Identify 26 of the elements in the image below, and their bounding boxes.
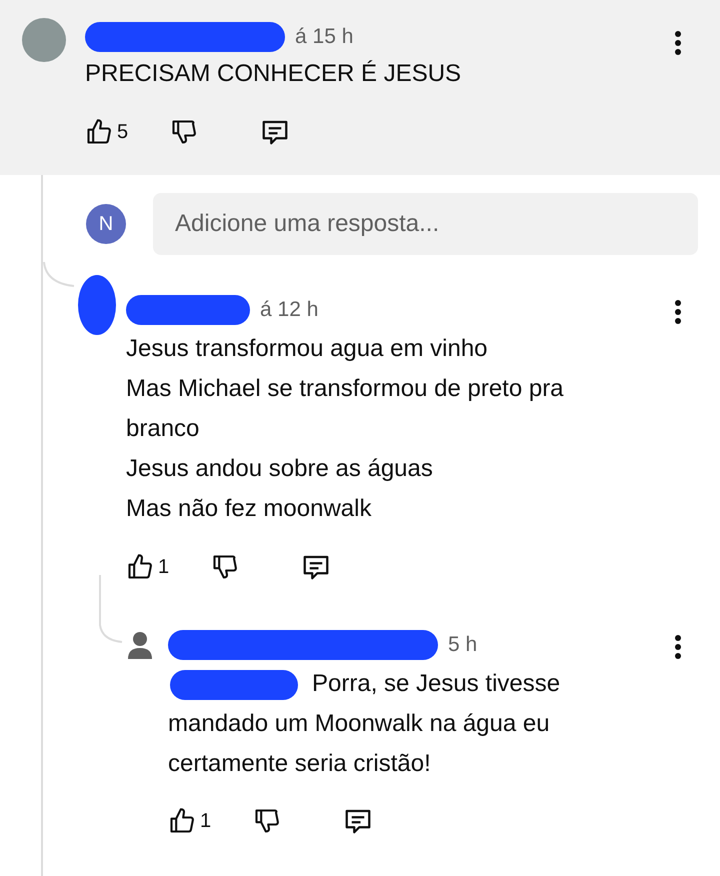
- comment-text: branco: [126, 414, 200, 444]
- comment-time: á 12 h: [260, 298, 318, 322]
- like-button[interactable]: 1: [168, 807, 212, 835]
- dislike-icon[interactable]: [211, 553, 240, 581]
- more-icon[interactable]: [674, 634, 682, 660]
- dislike-icon[interactable]: [253, 807, 282, 835]
- comment-text: Mas não fez moonwalk: [126, 494, 372, 524]
- comment-text: Jesus transformou agua em vinho: [126, 334, 489, 364]
- comment-text: mandado um Moonwalk na água eu: [168, 709, 551, 739]
- person-icon[interactable]: [127, 631, 153, 661]
- like-button[interactable]: 1: [126, 553, 170, 581]
- like-button[interactable]: 5: [85, 118, 128, 146]
- dislike-icon[interactable]: [170, 118, 198, 146]
- comment-text: Mas Michael se transformou de preto pra: [126, 374, 565, 404]
- comment-time: á 15 h: [295, 25, 354, 49]
- comment-text: certamente seria cristão!: [168, 749, 432, 779]
- user-avatar: N: [86, 204, 126, 244]
- comment-time: 5 h: [448, 633, 478, 657]
- comment-text: PRECISAM CONHECER É JESUS: [85, 59, 462, 89]
- reply-field[interactable]: Adicione uma resposta...: [153, 193, 698, 255]
- thread-line: [99, 575, 122, 643]
- more-icon[interactable]: [674, 30, 682, 56]
- more-icon[interactable]: [674, 299, 682, 325]
- comment-text: Jesus andou sobre as águas: [126, 454, 434, 484]
- avatar[interactable]: [22, 18, 66, 62]
- comment-text: Porra, se Jesus tivesse: [312, 669, 562, 699]
